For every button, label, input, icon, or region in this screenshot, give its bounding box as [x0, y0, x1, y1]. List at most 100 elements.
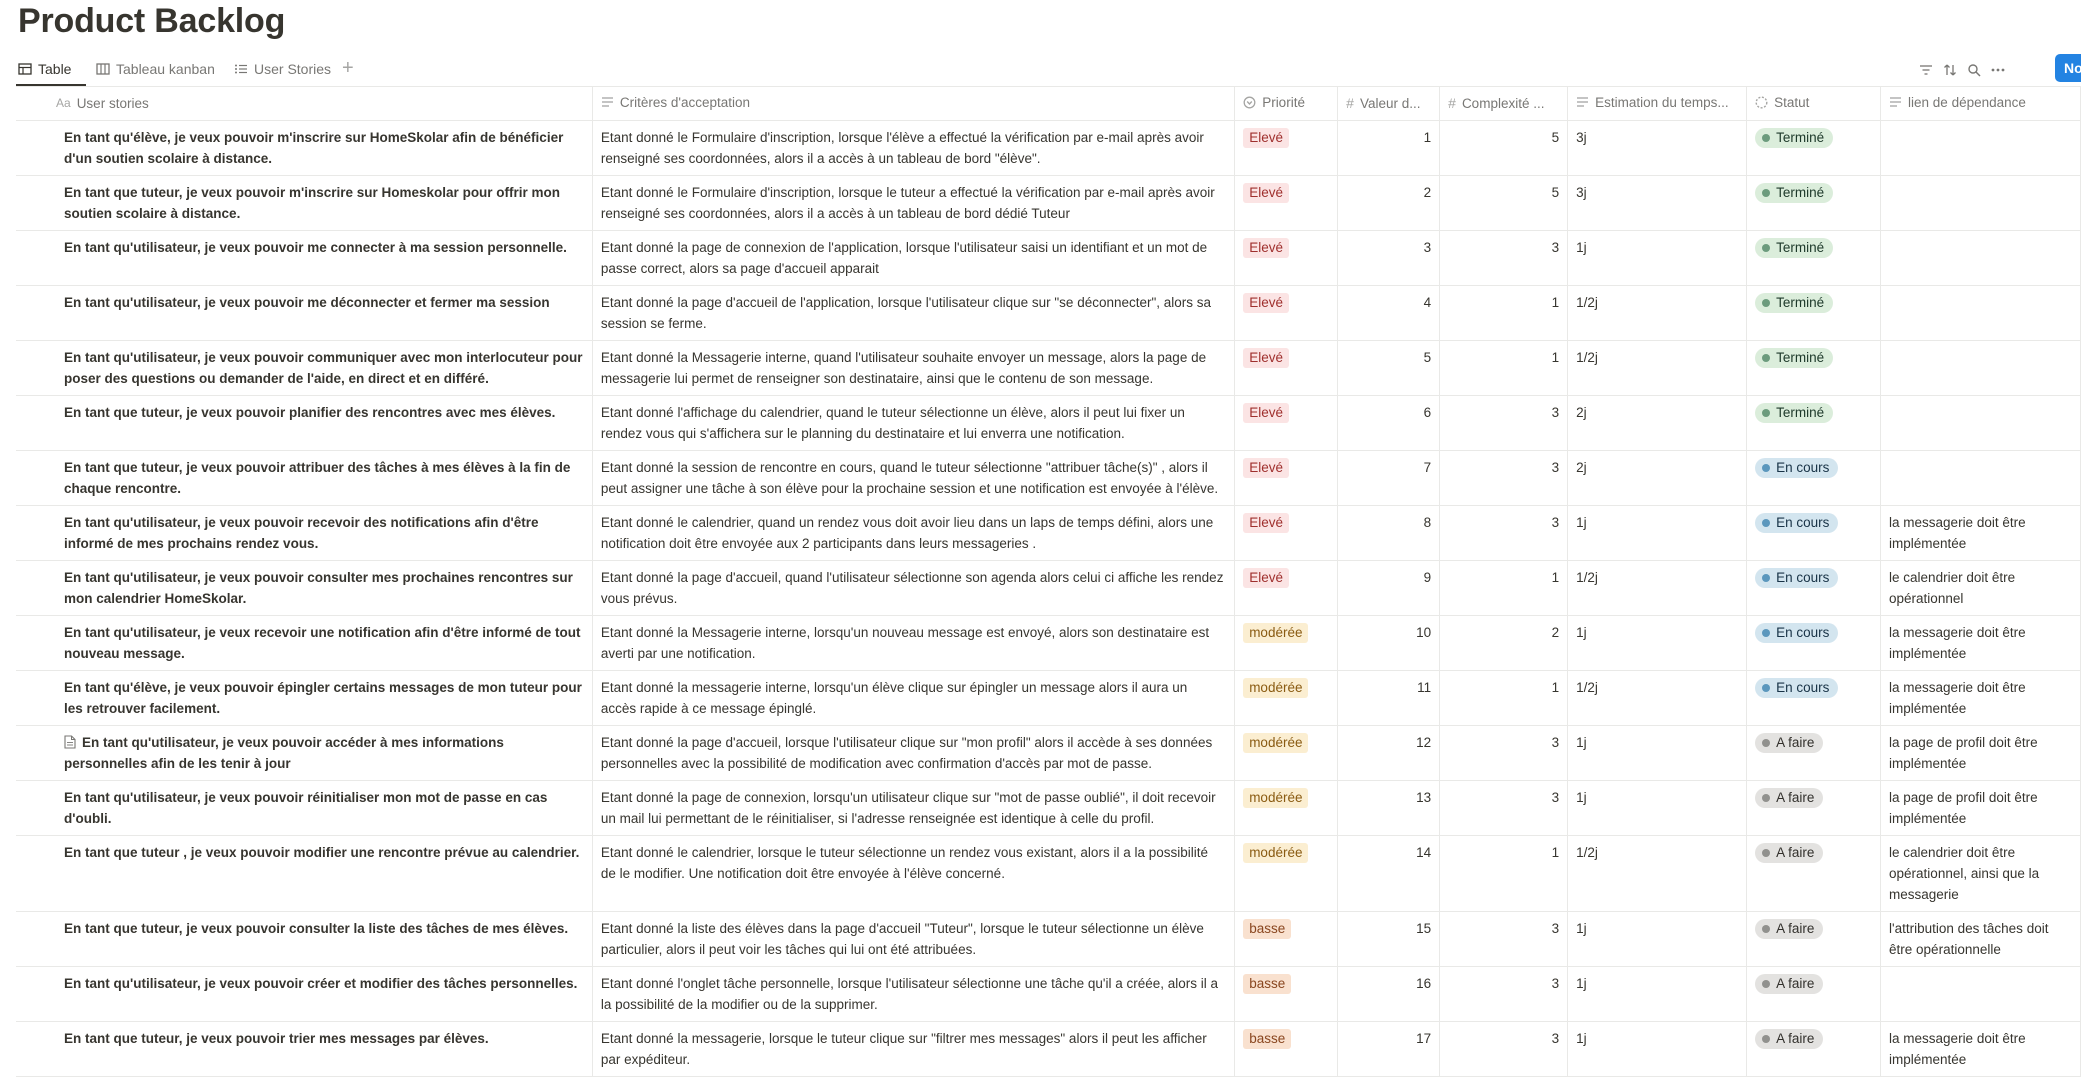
- status-cell[interactable]: Terminé: [1746, 175, 1882, 231]
- priority-cell[interactable]: modérée: [1234, 615, 1339, 671]
- status-cell[interactable]: En cours: [1746, 615, 1882, 671]
- value-cell[interactable]: 11: [1337, 670, 1441, 726]
- priority-cell[interactable]: basse: [1234, 966, 1339, 1022]
- story-cell[interactable]: En tant qu'utilisateur, je veux pouvoir …: [16, 340, 593, 396]
- priority-cell[interactable]: Elevé: [1234, 340, 1339, 396]
- dependency-cell[interactable]: [1880, 966, 2081, 1022]
- dependency-cell[interactable]: [1880, 285, 2081, 341]
- table-row[interactable]: En tant qu'utilisateur, je veux pouvoir …: [16, 505, 2081, 561]
- table-row[interactable]: En tant que tuteur, je veux pouvoir m'in…: [16, 175, 2081, 231]
- criteria-cell[interactable]: Etant donné la session de rencontre en c…: [592, 450, 1236, 506]
- story-cell[interactable]: En tant que tuteur, je veux pouvoir plan…: [16, 395, 593, 451]
- criteria-cell[interactable]: Etant donné la messagerie, lorsque le tu…: [592, 1021, 1236, 1077]
- value-cell[interactable]: 13: [1337, 780, 1441, 836]
- complexity-cell[interactable]: 3: [1439, 725, 1569, 781]
- priority-cell[interactable]: modérée: [1234, 725, 1339, 781]
- table-row[interactable]: En tant qu'utilisateur, je veux pouvoir …: [16, 230, 2081, 286]
- estimate-cell[interactable]: 3j: [1567, 175, 1748, 231]
- story-cell[interactable]: En tant que tuteur, je veux pouvoir attr…: [16, 450, 593, 506]
- status-cell[interactable]: En cours: [1746, 560, 1882, 616]
- dependency-cell[interactable]: [1880, 340, 2081, 396]
- estimate-cell[interactable]: 1j: [1567, 966, 1748, 1022]
- priority-cell[interactable]: Elevé: [1234, 505, 1339, 561]
- value-cell[interactable]: 10: [1337, 615, 1441, 671]
- story-cell[interactable]: En tant qu'utilisateur, je veux pouvoir …: [16, 966, 593, 1022]
- dependency-cell[interactable]: [1880, 175, 2081, 231]
- estimate-cell[interactable]: 1/2j: [1567, 340, 1748, 396]
- criteria-cell[interactable]: Etant donné la page de connexion, lorsqu…: [592, 780, 1236, 836]
- estimate-cell[interactable]: 1/2j: [1567, 560, 1748, 616]
- criteria-cell[interactable]: Etant donné le calendrier, quand un rend…: [592, 505, 1236, 561]
- dependency-cell[interactable]: la messagerie doit être implémentée: [1880, 1021, 2081, 1077]
- value-cell[interactable]: 2: [1337, 175, 1441, 231]
- value-cell[interactable]: 6: [1337, 395, 1441, 451]
- story-cell[interactable]: En tant que tuteur , je veux pouvoir mod…: [16, 835, 593, 912]
- priority-cell[interactable]: Elevé: [1234, 560, 1339, 616]
- criteria-cell[interactable]: Etant donné l'affichage du calendrier, q…: [592, 395, 1236, 451]
- criteria-cell[interactable]: Etant donné le calendrier, lorsque le tu…: [592, 835, 1236, 912]
- priority-cell[interactable]: Elevé: [1234, 285, 1339, 341]
- dependency-cell[interactable]: le calendrier doit être opérationnel: [1880, 560, 2081, 616]
- estimate-cell[interactable]: 1j: [1567, 615, 1748, 671]
- dependency-cell[interactable]: la page de profil doit être implémentée: [1880, 725, 2081, 781]
- story-cell[interactable]: En tant qu'élève, je veux pouvoir épingl…: [16, 670, 593, 726]
- story-cell[interactable]: En tant qu'utilisateur, je veux pouvoir …: [16, 285, 593, 341]
- estimate-cell[interactable]: 2j: [1567, 450, 1748, 506]
- tab-table[interactable]: Table: [18, 56, 71, 82]
- tab-user-stories[interactable]: User Stories: [234, 56, 331, 82]
- dependency-cell[interactable]: la messagerie doit être implémentée: [1880, 615, 2081, 671]
- table-row[interactable]: En tant qu'élève, je veux pouvoir m'insc…: [16, 120, 2081, 176]
- table-row[interactable]: En tant qu'utilisateur, je veux pouvoir …: [16, 560, 2081, 616]
- tab-kanban[interactable]: Tableau kanban: [96, 56, 215, 82]
- add-view-icon[interactable]: +: [342, 56, 354, 80]
- status-cell[interactable]: Terminé: [1746, 120, 1882, 176]
- column-header-complexity[interactable]: # Complexité ...: [1439, 86, 1569, 121]
- criteria-cell[interactable]: Etant donné la page d'accueil de l'appli…: [592, 285, 1236, 341]
- story-cell[interactable]: En tant qu'utilisateur, je veux pouvoir …: [16, 725, 593, 781]
- complexity-cell[interactable]: 3: [1439, 505, 1569, 561]
- table-row[interactable]: En tant que tuteur, je veux pouvoir plan…: [16, 395, 2081, 451]
- status-cell[interactable]: A faire: [1746, 1021, 1882, 1077]
- estimate-cell[interactable]: 1j: [1567, 505, 1748, 561]
- status-cell[interactable]: A faire: [1746, 835, 1882, 912]
- status-cell[interactable]: A faire: [1746, 911, 1882, 967]
- table-row[interactable]: En tant que tuteur, je veux pouvoir trie…: [16, 1021, 2081, 1077]
- column-header-estimate[interactable]: Estimation du temps...: [1567, 86, 1748, 121]
- value-cell[interactable]: 17: [1337, 1021, 1441, 1077]
- criteria-cell[interactable]: Etant donné la messagerie interne, lorsq…: [592, 670, 1236, 726]
- value-cell[interactable]: 15: [1337, 911, 1441, 967]
- complexity-cell[interactable]: 3: [1439, 1021, 1569, 1077]
- priority-cell[interactable]: Elevé: [1234, 230, 1339, 286]
- complexity-cell[interactable]: 3: [1439, 966, 1569, 1022]
- table-row[interactable]: En tant qu'utilisateur, je veux pouvoir …: [16, 725, 2081, 781]
- estimate-cell[interactable]: 1j: [1567, 780, 1748, 836]
- complexity-cell[interactable]: 3: [1439, 911, 1569, 967]
- dependency-cell[interactable]: [1880, 120, 2081, 176]
- estimate-cell[interactable]: 1j: [1567, 1021, 1748, 1077]
- estimate-cell[interactable]: 1/2j: [1567, 835, 1748, 912]
- estimate-cell[interactable]: 1j: [1567, 911, 1748, 967]
- estimate-cell[interactable]: 3j: [1567, 120, 1748, 176]
- dependency-cell[interactable]: la page de profil doit être implémentée: [1880, 780, 2081, 836]
- value-cell[interactable]: 14: [1337, 835, 1441, 912]
- complexity-cell[interactable]: 1: [1439, 835, 1569, 912]
- complexity-cell[interactable]: 5: [1439, 120, 1569, 176]
- column-header-priority[interactable]: Priorité: [1234, 86, 1339, 121]
- new-button[interactable]: Nouv: [2055, 54, 2081, 82]
- dependency-cell[interactable]: la messagerie doit être implémentée: [1880, 670, 2081, 726]
- complexity-cell[interactable]: 2: [1439, 615, 1569, 671]
- criteria-cell[interactable]: Etant donné la page d'accueil, quand l'u…: [592, 560, 1236, 616]
- priority-cell[interactable]: modérée: [1234, 835, 1339, 912]
- filter-icon[interactable]: [1916, 60, 1936, 80]
- criteria-cell[interactable]: Etant donné la Messagerie interne, quand…: [592, 340, 1236, 396]
- value-cell[interactable]: 5: [1337, 340, 1441, 396]
- value-cell[interactable]: 8: [1337, 505, 1441, 561]
- status-cell[interactable]: En cours: [1746, 505, 1882, 561]
- table-row[interactable]: En tant qu'utilisateur, je veux pouvoir …: [16, 780, 2081, 836]
- sort-icon[interactable]: [1940, 60, 1960, 80]
- story-cell[interactable]: En tant que tuteur, je veux pouvoir cons…: [16, 911, 593, 967]
- column-header-status[interactable]: Statut: [1746, 86, 1882, 121]
- story-cell[interactable]: En tant que tuteur, je veux pouvoir m'in…: [16, 175, 593, 231]
- complexity-cell[interactable]: 1: [1439, 670, 1569, 726]
- priority-cell[interactable]: modérée: [1234, 670, 1339, 726]
